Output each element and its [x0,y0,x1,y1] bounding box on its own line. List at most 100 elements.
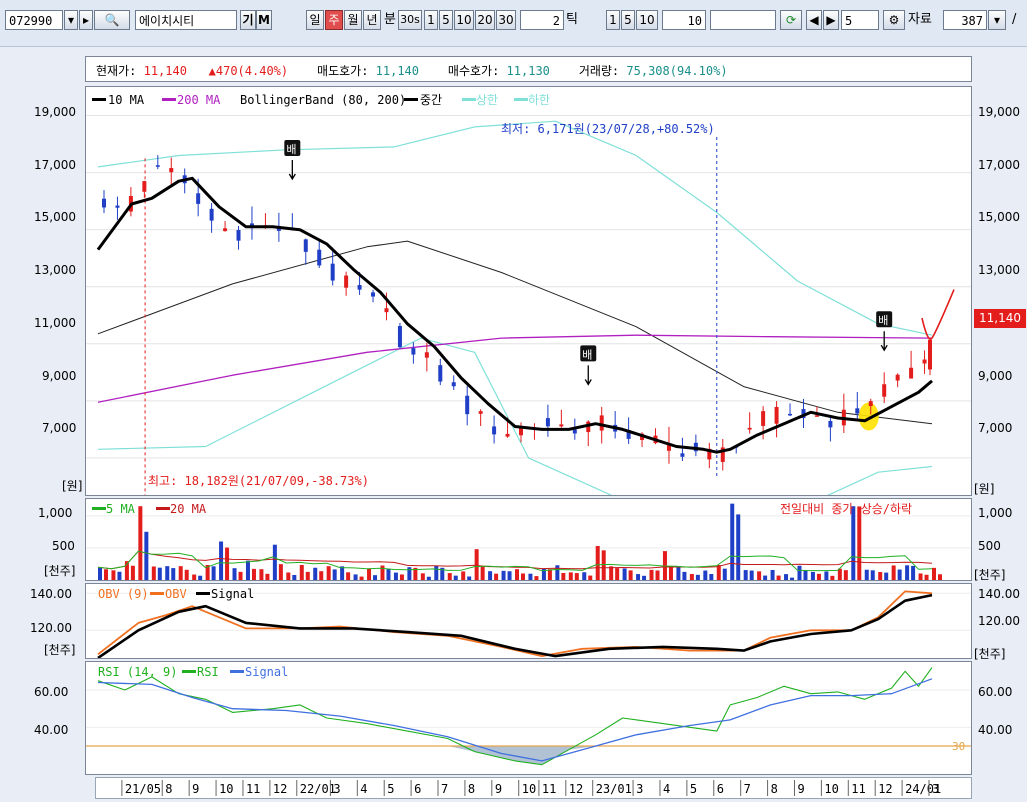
high-price-note: 최고: 18,182원(21/07/09,-38.73%) [148,474,369,488]
candle-body [505,433,510,437]
period-month-button[interactable]: 월 [344,10,362,30]
x-label-22: 7 [744,782,751,796]
min-button-10[interactable]: 10 [454,10,474,30]
search-button[interactable]: 🔍 [94,10,130,30]
period-year-button[interactable]: 년 [363,10,381,30]
buy-marker-label-2: 배 [878,314,888,327]
volume-bar [98,567,102,580]
volume-bar [574,573,579,580]
volume-bar [521,573,525,580]
volume-bar [938,574,942,580]
tick-value-input[interactable]: 2 [520,10,564,30]
price-info-line: 현재가: 11,140 ▲470(4.40%) 매도호가: 11,140 매수호… [96,62,728,79]
volume-bar [447,573,452,580]
rsi-chart-panel: 30 RSI (14, 9) RSI Signal [85,661,972,775]
gi-button[interactable]: 기 [240,10,256,30]
volume-bar [668,567,673,580]
x-label-23: 8 [771,782,778,796]
min-button-20[interactable]: 20 [475,10,495,30]
x-label-0: 21/05 [125,782,161,796]
tick-button-10[interactable]: 10 [636,10,658,30]
volume-bar [192,574,197,580]
volume-unit-right: [천주] [974,568,1006,582]
tick-label: 틱 [566,12,578,27]
tick-button-1[interactable]: 1 [606,10,620,30]
refresh-icon: ⟳ [785,13,797,27]
volume-bar [810,571,815,580]
candle-body [747,427,752,430]
volume-bar [622,568,627,580]
candle-body [344,275,349,288]
volume-bar [676,567,681,580]
legend-mid-swatch [404,98,418,101]
chevron-down-icon: ▾ [993,13,1001,27]
volume-bar [353,574,358,580]
min-button-5[interactable]: 5 [439,10,453,30]
volume-bar [340,566,345,580]
volume-bar [682,571,687,580]
ask-value: 11,140 [375,64,420,78]
min-button-1[interactable]: 1 [424,10,438,30]
volume-bar [749,570,754,580]
bollinger-middle-line [97,240,933,425]
volume-chart-svg: 5 MA 20 MA 전일대비 종가 상승/하락 [86,502,971,580]
refresh-button[interactable]: ⟳ [780,10,802,30]
x-axis-bar: 21/05 8 9 10 11 12 22/01 3 4 5 6 7 8 9 10 11 12 23/01 3 4 5 6… [95,777,972,799]
tick-button-5[interactable]: 5 [621,10,635,30]
period-day-button[interactable]: 일 [306,10,324,30]
x-label-9: 5 [387,782,394,796]
volume-value: 75,308(94.10%) [626,64,728,78]
volume-note: 전일대비 종가 상승/하락 [780,502,912,516]
volume-bar [130,565,135,580]
min-30s-button[interactable]: 30s [398,10,422,30]
period-week-button[interactable]: 주 [325,10,343,30]
x-label-2: 9 [192,782,199,796]
volume-ytick-left-1: 500 [52,539,75,553]
legend-lower-swatch [514,98,528,101]
next-stock-button[interactable]: ▸ [79,10,93,30]
rsi-ytick-right-1: 40.00 [978,723,1013,737]
data-count-dropdown-button[interactable]: ▾ [988,10,1006,30]
m-button[interactable]: M [256,10,272,30]
x-label-25: 10 [824,782,838,796]
x-label-21: 6 [717,782,724,796]
volume-bar [709,574,714,580]
obv-chart-svg: OBV (9) OBV Signal [86,587,971,658]
candle-body [102,198,106,208]
count-input[interactable]: 5 [841,10,879,30]
volume-bar [278,564,283,580]
volume-bar [151,566,156,580]
volume-bar [117,571,122,580]
stock-code-input[interactable]: 072990 [5,10,63,30]
x-label-3: 10 [219,782,233,796]
bollinger-upper-line [97,120,933,336]
volume-bar [393,572,398,580]
tick-custom-input[interactable]: 10 [662,10,706,30]
volume-unit-left: [천주] [44,564,76,578]
volume-bar [911,565,916,580]
scroll-left-button[interactable]: ◀ [806,10,822,30]
volume-bar [932,567,936,580]
data-count-field[interactable]: 387 [943,10,987,30]
settings-button[interactable]: ⚙ [883,10,905,30]
legend-obv-signal: Signal [211,587,254,601]
volume-bar [588,575,593,580]
stock-name-field[interactable]: 에이치시티 [135,10,237,30]
volume-bar [649,569,654,580]
price-ytick-right-2: 15,000 [978,210,1020,224]
date-input[interactable] [710,10,776,30]
triangle-right-icon: ▶ [826,13,836,27]
candle-body [317,249,322,266]
code-dropdown-button[interactable]: ▾ [64,10,78,30]
chevron-down-icon: ▾ [67,13,75,27]
min-button-30[interactable]: 30 [496,10,516,30]
price-ytick-left-0: 19,000 [34,105,76,119]
price-info-bar: 현재가: 11,140 ▲470(4.40%) 매도호가: 11,140 매수호… [85,56,972,82]
volume-bar [346,572,351,580]
obv-chart-panel: OBV (9) OBV Signal [85,583,972,659]
volume-bar [305,571,310,580]
obv-unit-left: [천주] [44,643,76,657]
volume-bar [426,576,431,580]
candle-body [155,165,160,167]
scroll-right-button[interactable]: ▶ [823,10,839,30]
